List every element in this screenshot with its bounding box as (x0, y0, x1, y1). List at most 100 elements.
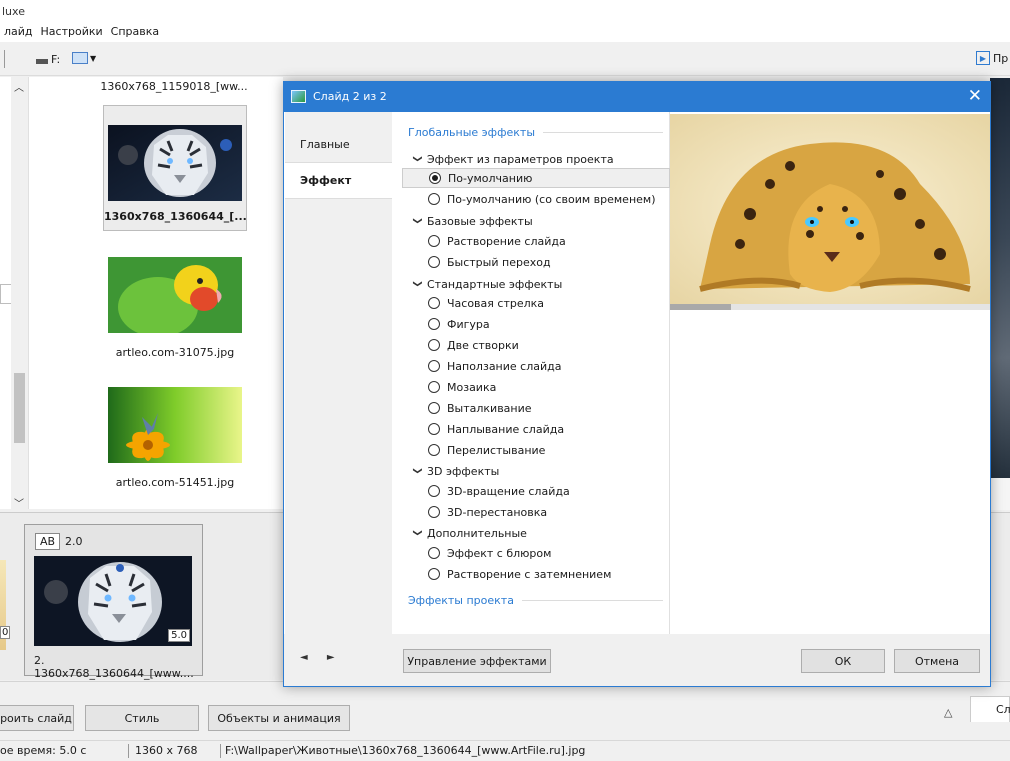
category-project-effect[interactable]: ❯ Эффект из параметров проекта (412, 153, 614, 166)
preview-area (990, 478, 1010, 510)
tab-slides[interactable]: Сл (970, 696, 1010, 722)
status-bar: ое время: 5.0 с 1360 x 768 F:\Wallpaper\… (0, 740, 1010, 761)
effect-option[interactable]: Две створки (428, 335, 519, 355)
radio-icon (428, 297, 440, 309)
effect-option[interactable]: Перелистывание (428, 440, 545, 460)
radio-icon (428, 339, 440, 351)
slide-duration-badge: 0 (0, 626, 11, 639)
slide-options-dialog: Слайд 2 из 2 ✕ Главные Эффект Глобальные… (283, 81, 991, 687)
radio-icon (428, 318, 440, 330)
dialog-title: Слайд 2 из 2 (313, 90, 387, 103)
slide-caption: 2. 1360x768_1360644_[www.... (34, 654, 194, 680)
transition-badge[interactable]: AB (35, 533, 61, 550)
preview-progress-bar[interactable] (670, 304, 990, 310)
radio-icon (428, 485, 440, 497)
radio-icon (428, 547, 440, 559)
slide-item[interactable]: AB 2.0 5.0 2. 1360x768_1360644_[www.... (24, 524, 203, 680)
app-icon (291, 90, 306, 103)
effect-option[interactable]: По-умолчанию (со своим временем) (428, 189, 656, 209)
file-list: 1360x768_1159018_[ww... 1360x768_1360644… (29, 77, 283, 509)
chevron-down-icon: ❯ (412, 216, 422, 225)
category-standard-effects[interactable]: ❯ Стандартные эффекты (412, 278, 562, 291)
folder-scrollbar[interactable]: ︿ ﹀ (11, 77, 28, 510)
effect-preview (670, 112, 990, 634)
slide-nav-arrows[interactable]: ◄ ► (300, 652, 343, 663)
dialog-titlebar: Слайд 2 из 2 ✕ (284, 82, 990, 112)
preview-button[interactable]: ▶ Пр (976, 51, 1008, 65)
menu-item-slide[interactable]: лайд (0, 25, 37, 42)
effect-option[interactable]: Эффект с блюром (428, 543, 551, 563)
effect-option[interactable]: Наплывание слайда (428, 419, 564, 439)
effect-option[interactable]: Фигура (428, 314, 490, 334)
file-item[interactable]: 1360x768_1360644_[... (103, 105, 247, 231)
objects-animation-button[interactable]: Объекты и анимация (208, 705, 350, 731)
status-duration: ое время: 5.0 с (0, 744, 87, 757)
preview-progress-fill (670, 304, 731, 310)
file-name: 1360x768_1159018_[ww... (100, 80, 248, 93)
ok-button[interactable]: ОК (801, 649, 885, 673)
thumbnail-view-icon (72, 52, 88, 64)
scrollbar-thumb[interactable] (14, 373, 25, 443)
effect-option[interactable]: По-умолчанию (402, 168, 670, 188)
transition-duration: 2.0 (65, 535, 83, 548)
close-icon[interactable]: ✕ (968, 86, 982, 106)
effect-option[interactable]: Быстрый переход (428, 252, 551, 272)
slide-duration-badge: 5.0 (168, 629, 190, 642)
leopard-preview-image (670, 114, 990, 304)
scroll-down-icon[interactable]: ﹀ (14, 495, 24, 510)
cancel-button[interactable]: Отмена (894, 649, 980, 673)
drive-icon (36, 59, 48, 64)
effect-option[interactable]: Мозаика (428, 377, 496, 397)
radio-icon (428, 193, 440, 205)
radio-icon (428, 360, 440, 372)
chevron-down-icon: ❯ (412, 279, 422, 288)
play-icon: ▶ (976, 51, 990, 65)
butterfly-thumbnail (108, 387, 242, 463)
build-slide-button[interactable]: роить слайд (0, 705, 74, 731)
category-additional[interactable]: ❯ Дополнительные (412, 527, 527, 540)
effect-option[interactable]: Часовая стрелка (428, 293, 544, 313)
parrot-thumbnail (108, 257, 242, 337)
radio-icon (428, 381, 440, 393)
menu-bar: лайд Настройки Справка (0, 22, 1010, 42)
menu-item-settings[interactable]: Настройки (37, 25, 107, 42)
project-effects-header: Эффекты проекта (408, 594, 663, 607)
global-effects-header: Глобальные эффекты (408, 126, 663, 139)
file-name: artleo.com-31075.jpg (115, 346, 235, 359)
tab-effect[interactable]: Эффект (285, 163, 393, 199)
radio-icon (428, 423, 440, 435)
menu-item-help[interactable]: Справка (107, 25, 163, 42)
manage-effects-button[interactable]: Управление эффектами (403, 649, 551, 673)
radio-selected-icon (429, 172, 441, 184)
effect-option[interactable]: Растворение с затемнением (428, 564, 611, 584)
file-item[interactable]: artleo.com-31075.jpg (108, 257, 242, 359)
radio-icon (428, 444, 440, 456)
scroll-up-icon[interactable]: ︿ (14, 79, 24, 94)
tab-main[interactable]: Главные (285, 127, 393, 163)
effects-list: Глобальные эффекты ❯ Эффект из параметров… (392, 112, 670, 634)
view-mode-button[interactable]: ▼ (72, 52, 96, 64)
effect-option[interactable]: Выталкивание (428, 398, 532, 418)
radio-icon (428, 506, 440, 518)
dialog-footer: ◄ ► Управление эффектами ОК Отмена (284, 634, 990, 686)
file-name: artleo.com-51451.jpg (115, 476, 235, 489)
radio-icon (428, 256, 440, 268)
toolbar (0, 42, 1010, 76)
file-name: 1360x768_1360644_[... (104, 210, 247, 223)
chevron-down-icon: ❯ (412, 466, 422, 475)
category-3d-effects[interactable]: ❯ 3D эффекты (412, 465, 499, 478)
chevron-down-icon: ❯ (412, 528, 422, 537)
chevron-down-icon: ❯ (412, 154, 422, 163)
toolbar-separator (4, 50, 5, 68)
file-item[interactable]: artleo.com-51451.jpg (108, 387, 242, 489)
category-basic-effects[interactable]: ❯ Базовые эффекты (412, 215, 533, 228)
drive-selector[interactable]: F: (36, 53, 60, 66)
window-title: luxe (0, 0, 1010, 22)
main-preview-image (990, 78, 1010, 478)
style-button[interactable]: Стиль (85, 705, 199, 731)
effect-option[interactable]: 3D-вращение слайда (428, 481, 570, 501)
effect-option[interactable]: Наползание слайда (428, 356, 561, 376)
effect-option[interactable]: 3D-перестановка (428, 502, 547, 522)
effect-option[interactable]: Растворение слайда (428, 231, 566, 251)
collapse-icon[interactable]: △ (944, 706, 952, 719)
